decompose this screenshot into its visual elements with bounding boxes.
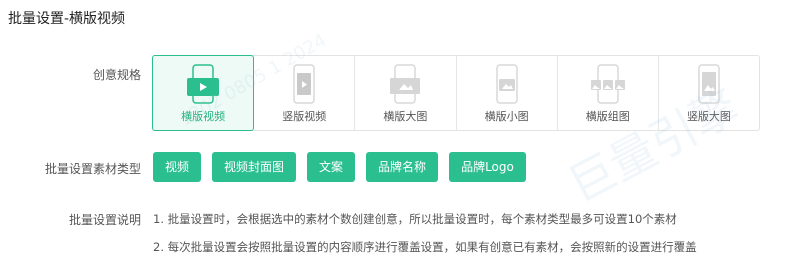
landscape-small-image-icon: [495, 64, 518, 104]
landscape-video-icon: [187, 64, 220, 104]
spec-card-landscape-small-image[interactable]: 横版小图: [457, 56, 558, 130]
spec-card-landscape-large-image[interactable]: 横版大图: [355, 56, 457, 130]
material-type-copy-button[interactable]: 文案: [307, 152, 356, 182]
landscape-large-image-icon: [390, 64, 421, 104]
material-types-label: 批量设置素材类型: [44, 162, 141, 176]
description-label: 批量设置说明: [68, 213, 141, 227]
spec-card-portrait-video[interactable]: 竖版视频: [254, 56, 356, 130]
material-type-buttons: 视频 视频封面图 文案 品牌名称 品牌Logo: [153, 152, 526, 182]
material-type-video-button[interactable]: 视频: [153, 152, 202, 182]
creative-spec-selector: 横版视频 竖版视频 横版大图 横版小图 横版组图 竖版大图: [152, 55, 760, 131]
creative-spec-label: 创意规格: [92, 68, 141, 82]
landscape-group-image-icon: [590, 64, 625, 104]
portrait-video-icon: [293, 64, 315, 104]
material-type-brand-name-button[interactable]: 品牌名称: [366, 152, 439, 182]
spec-card-label: 横版大图: [383, 110, 428, 123]
spec-card-label: 横版视频: [181, 110, 226, 123]
material-type-brand-logo-button[interactable]: 品牌Logo: [449, 152, 526, 182]
spec-card-label: 横版组图: [585, 110, 630, 123]
spec-card-landscape-group-image[interactable]: 横版组图: [558, 56, 659, 130]
page-title: 批量设置-横版视频: [8, 11, 126, 27]
spec-card-portrait-large-image[interactable]: 竖版大图: [659, 56, 759, 130]
description-line-1: 1. 批量设置时，会根据选中的素材个数创建创意，所以批量设置时，每个素材类型最多…: [153, 212, 677, 226]
spec-card-label: 竖版视频: [282, 110, 327, 123]
material-type-video-cover-button[interactable]: 视频封面图: [212, 152, 297, 182]
portrait-large-image-icon: [698, 64, 720, 104]
spec-card-label: 竖版大图: [686, 110, 731, 123]
spec-card-landscape-video[interactable]: 横版视频: [152, 55, 255, 131]
spec-card-label: 横版小图: [484, 110, 529, 123]
description-line-2: 2. 每次批量设置会按照批量设置的内容顺序进行覆盖设置，如果有创意已有素材，会按…: [153, 240, 697, 254]
